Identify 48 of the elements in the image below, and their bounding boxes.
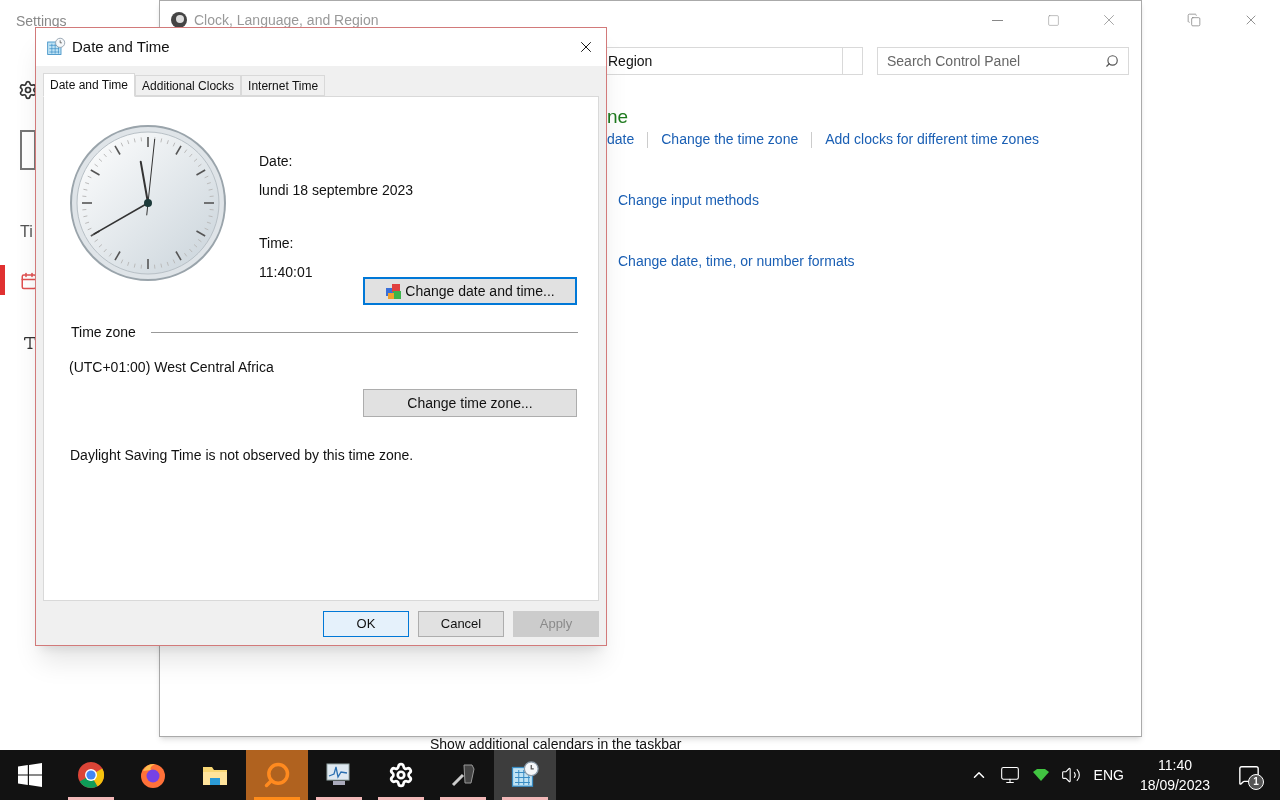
language-indicator[interactable]: ENG xyxy=(1093,764,1124,786)
network-icon[interactable] xyxy=(999,765,1020,785)
firefox-icon xyxy=(139,761,167,789)
taskbar-app-button[interactable] xyxy=(494,750,556,800)
dialog-button[interactable]: OK xyxy=(323,611,409,637)
dst-note: Daylight Saving Time is not observed by this time zone. xyxy=(70,446,414,465)
section-heading: Time zone xyxy=(71,323,136,342)
date-value: lundi 18 septembre 2023 xyxy=(259,181,414,200)
volume-icon[interactable] xyxy=(1060,765,1081,785)
settings-icon xyxy=(388,762,414,788)
setting-label: Show additional calendars in the taskbar xyxy=(430,738,682,750)
change-date-time-button[interactable]: Change date and time... xyxy=(363,277,577,305)
task-link[interactable]: Change input methods xyxy=(618,190,759,211)
tab[interactable]: Additional Clocks xyxy=(135,75,242,96)
chrome-icon xyxy=(77,761,105,789)
timezone-value: (UTC+01:00) West Central Africa xyxy=(69,358,274,377)
clock-button[interactable]: 11:40 18/09/2023 xyxy=(1131,755,1218,795)
windows-logo-icon xyxy=(18,763,42,787)
notification-badge: 1 xyxy=(1248,774,1264,790)
calendar-clock-icon xyxy=(46,37,66,57)
calendar-clock-icon xyxy=(510,760,540,790)
change-time-zone-button[interactable]: Change time zone... xyxy=(363,389,577,417)
notification-icon[interactable] xyxy=(1238,764,1260,786)
search-icon xyxy=(263,761,291,789)
nav-text: Ti xyxy=(20,222,33,242)
date-label: Date: xyxy=(259,152,293,171)
search-field[interactable]: Search Control Panel xyxy=(877,47,1129,75)
task-link[interactable]: date xyxy=(607,129,635,150)
wrench-tool-icon xyxy=(449,761,477,789)
search-icon xyxy=(1105,54,1119,68)
maximize-icon xyxy=(1046,13,1060,27)
gem-icon[interactable] xyxy=(1030,769,1051,781)
language-icon[interactable] xyxy=(22,335,38,351)
task-link[interactable]: Add clocks for different time zones xyxy=(825,129,1039,150)
tab[interactable]: Date and Time xyxy=(43,73,136,97)
task-link[interactable]: Change the time zone xyxy=(661,129,799,150)
dialog-title: Date and Time xyxy=(72,36,170,57)
dialog-button[interactable]: Cancel xyxy=(418,611,504,637)
window-title: Clock, Language, and Region xyxy=(194,10,379,30)
settings-icon[interactable] xyxy=(18,80,38,100)
time-value: 11:40:01 xyxy=(259,263,313,282)
tab[interactable]: Internet Time xyxy=(241,75,326,96)
time-label: Time: xyxy=(259,234,294,253)
minimize-icon xyxy=(991,19,1003,21)
selection-indicator xyxy=(0,265,5,295)
category-heading: ne xyxy=(607,105,629,129)
window-title: Settings xyxy=(16,12,67,31)
task-link[interactable]: Change date, time, or number formats xyxy=(618,251,855,272)
